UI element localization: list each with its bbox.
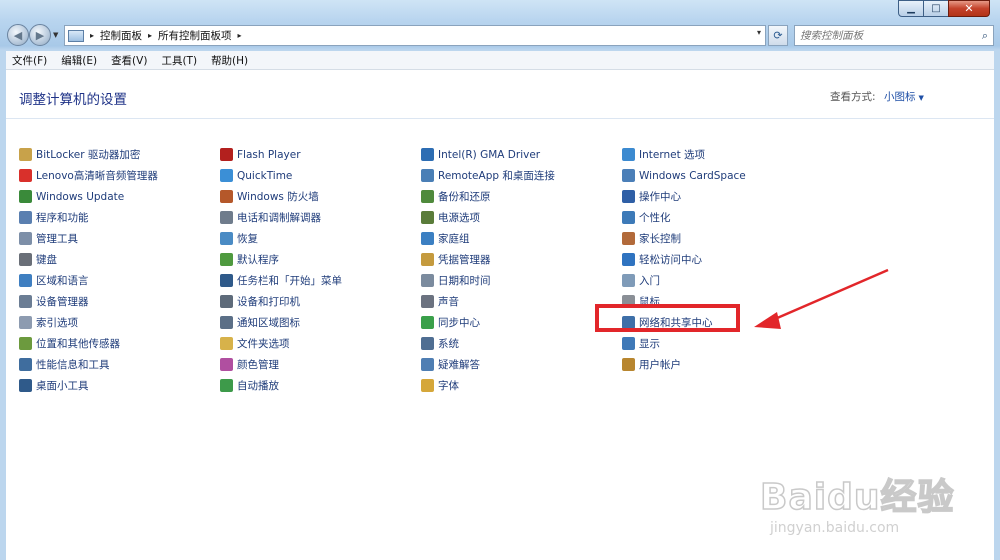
baidu-watermark: Baidu经验 jingyan.baidu.com: [759, 450, 990, 550]
watermark-logo: Baidu经验: [759, 476, 955, 519]
control-panel-window: ▁ □ ✕ ◀ ▶ ▼ ▸ 控制面板 ▸ 所有控制面板项 ▸ ▾ ⟳ ⌕ 文件(…: [0, 0, 1000, 560]
watermark-url: jingyan.baidu.com: [770, 520, 900, 536]
